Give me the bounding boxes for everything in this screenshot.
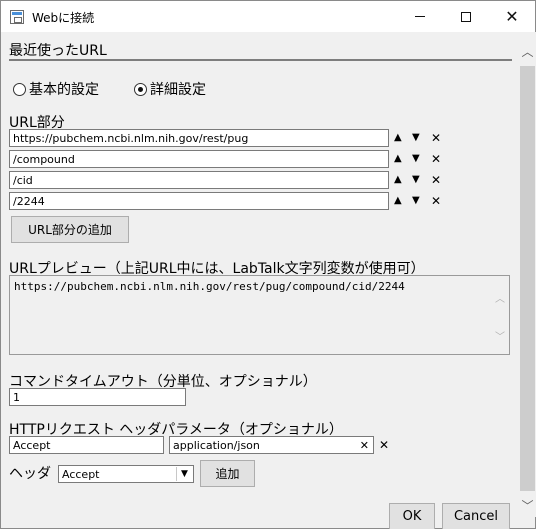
close-icon: ✕ (505, 7, 519, 26)
move-up-icon[interactable]: ▲ (394, 171, 402, 189)
section-divider (9, 59, 512, 61)
move-down-icon[interactable]: ▼ (412, 171, 420, 189)
url-part-input[interactable]: /cid (9, 171, 389, 189)
header-select-label: ヘッダ (9, 466, 51, 482)
title-bar: Webに接続 ✕ (1, 1, 535, 32)
minimize-icon (415, 16, 425, 17)
header-value-input[interactable]: application/json ✕ (169, 436, 374, 454)
maximize-icon (461, 11, 471, 22)
connect-to-web-dialog: Webに接続 ✕ 最近使ったURL 基本的設定 詳細設定 URL部分 https… (0, 0, 536, 529)
header-select-value: Accept (62, 468, 100, 481)
close-button[interactable]: ✕ (489, 1, 535, 32)
move-down-icon[interactable]: ▼ (412, 192, 420, 210)
app-window-icon (10, 10, 24, 24)
scrollbar-thumb[interactable] (520, 66, 535, 491)
ok-button[interactable]: OK (389, 503, 435, 529)
minimize-button[interactable] (397, 1, 443, 32)
chevron-down-icon[interactable]: ▼ (176, 467, 192, 481)
recent-urls-header[interactable]: 最近使ったURL (9, 40, 107, 60)
scroll-down-icon[interactable]: ﹀ (495, 328, 505, 343)
radio-basic-circle[interactable] (13, 82, 26, 96)
scroll-up-icon[interactable]: ︿ (519, 44, 536, 61)
command-timeout-input[interactable]: 1 (9, 388, 186, 406)
basic-settings-radio[interactable]: 基本的設定 (13, 79, 99, 99)
move-up-icon[interactable]: ▲ (394, 129, 402, 147)
move-down-icon[interactable]: ▼ (412, 150, 420, 168)
radio-detailed-label: 詳細設定 (150, 82, 206, 98)
detailed-settings-radio[interactable]: 詳細設定 (134, 79, 206, 99)
maximize-button[interactable] (443, 1, 489, 32)
dialog-scrollbar[interactable]: ︿ ﹀ (519, 32, 536, 517)
header-select[interactable]: Accept ▼ (58, 465, 194, 483)
delete-header-icon[interactable]: ✕ (379, 436, 389, 454)
add-url-part-button[interactable]: URL部分の追加 (11, 216, 129, 243)
url-preview-text: https://pubchem.ncbi.nlm.nih.gov/rest/pu… (14, 280, 405, 293)
move-up-icon[interactable]: ▲ (394, 192, 402, 210)
url-part-input[interactable]: /compound (9, 150, 389, 168)
radio-basic-label: 基本的設定 (29, 82, 99, 98)
delete-icon[interactable]: ✕ (431, 192, 441, 210)
delete-icon[interactable]: ✕ (431, 150, 441, 168)
clear-icon[interactable]: ✕ (360, 438, 369, 453)
url-preview-box[interactable]: https://pubchem.ncbi.nlm.nih.gov/rest/pu… (9, 275, 510, 355)
scroll-up-icon[interactable]: ︿ (495, 290, 505, 305)
header-value-text: application/json (173, 439, 260, 452)
scroll-down-icon[interactable]: ﹀ (519, 498, 536, 515)
delete-icon[interactable]: ✕ (431, 171, 441, 189)
delete-icon[interactable]: ✕ (431, 129, 441, 147)
move-down-icon[interactable]: ▼ (412, 129, 420, 147)
add-header-button[interactable]: 追加 (200, 460, 255, 487)
header-name-input[interactable]: Accept (9, 436, 164, 454)
preview-scrollbar[interactable]: ︿ ﹀ (492, 276, 509, 354)
url-part-input[interactable]: https://pubchem.ncbi.nlm.nih.gov/rest/pu… (9, 129, 389, 147)
url-part-input[interactable]: /2244 (9, 192, 389, 210)
radio-detailed-circle[interactable] (134, 82, 147, 96)
dialog-content: 最近使ったURL 基本的設定 詳細設定 URL部分 https://pubche… (1, 32, 519, 502)
move-up-icon[interactable]: ▲ (394, 150, 402, 168)
window-title: Webに接続 (32, 11, 95, 25)
cancel-button[interactable]: Cancel (442, 503, 510, 529)
